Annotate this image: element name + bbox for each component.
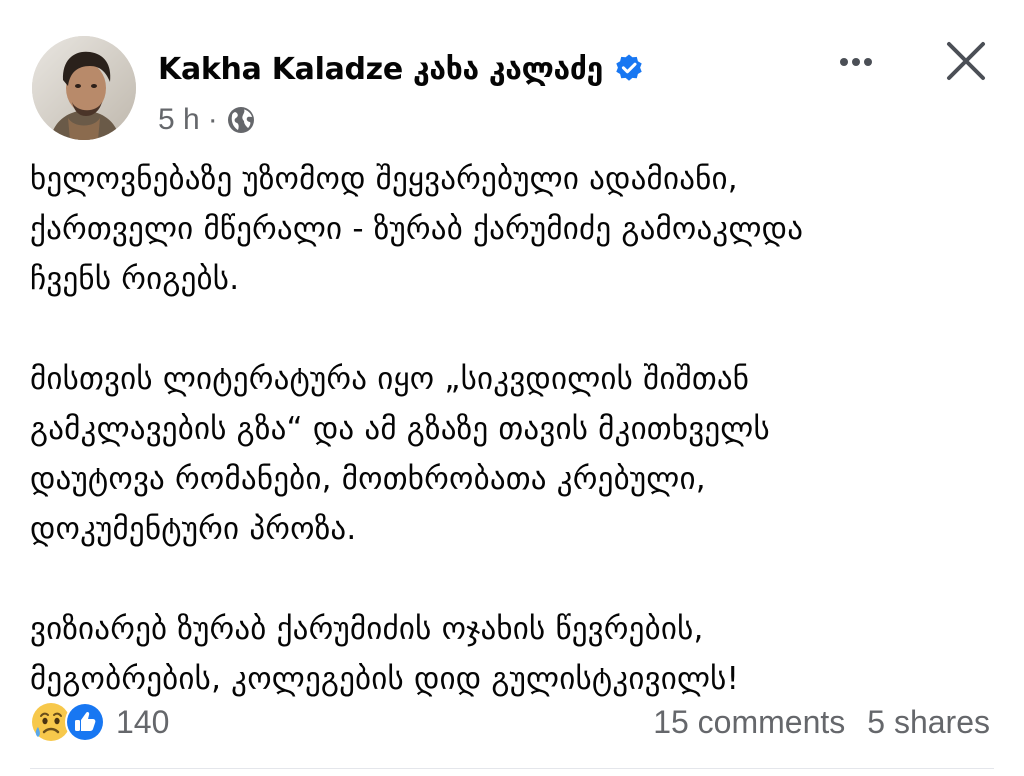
post-meta: 5 h ·	[158, 100, 256, 140]
post-time[interactable]: 5 h	[158, 103, 200, 137]
text-line: მისთვის ლიტერატურა იყო „სიკვდილის შიშთან	[30, 361, 750, 397]
text-line: დაუტოვა რომანები, მოთხრობათა კრებული,	[30, 461, 706, 497]
close-button[interactable]	[936, 34, 996, 90]
like-reaction-icon	[64, 701, 106, 743]
close-icon	[947, 42, 985, 80]
more-icon	[840, 58, 872, 66]
text-line: ქართველი მწერალი - ზურაბ ქარუმიძე გამოაკ…	[30, 211, 804, 247]
text-line: გამკლავების გზა“ და ამ გზაზე თავის მკითხ…	[30, 411, 770, 447]
post-footer: 140 15 comments 5 shares	[0, 690, 1024, 750]
meta-separator: ·	[207, 103, 218, 136]
shares-link[interactable]: 5 shares	[867, 704, 990, 741]
globe-icon	[226, 105, 256, 135]
text-line: ვიზიარებ ზურაბ ქარუმიძის ოჯახის წევრების…	[30, 611, 704, 647]
more-options-button[interactable]	[826, 42, 886, 82]
reactions-summary[interactable]: 140	[30, 700, 169, 744]
verified-badge-icon	[613, 53, 645, 85]
author-name[interactable]: Kakha Kaladze კახა კალაძე	[158, 52, 603, 87]
paragraph-1: ხელოვნებაზე უზომოდ შეყვარებული ადამიანი,…	[30, 154, 1005, 304]
author-avatar[interactable]	[32, 36, 136, 140]
comments-link[interactable]: 15 comments	[653, 704, 845, 741]
reaction-count: 140	[116, 703, 170, 740]
post-body: ხელოვნებაზე უზომოდ შეყვარებული ადამიანი,…	[30, 154, 1005, 704]
text-line: ჩვენს რიგებს.	[30, 261, 240, 297]
text-line: ხელოვნებაზე უზომოდ შეყვარებული ადამიანი,	[30, 161, 738, 197]
post-header: Kakha Kaladze კახა კალაძე 5 h ·	[0, 0, 1024, 150]
post-stats: 15 comments 5 shares	[653, 700, 990, 744]
paragraph-2: მისთვის ლიტერატურა იყო „სიკვდილის შიშთან…	[30, 354, 1005, 554]
author-row: Kakha Kaladze კახა კალაძე	[158, 46, 645, 92]
text-line: დოკუმენტური პროზა.	[30, 511, 357, 547]
footer-divider	[30, 768, 994, 769]
avatar-photo	[32, 36, 136, 140]
paragraph-3: ვიზიარებ ზურაბ ქარუმიძის ოჯახის წევრების…	[30, 604, 1005, 704]
